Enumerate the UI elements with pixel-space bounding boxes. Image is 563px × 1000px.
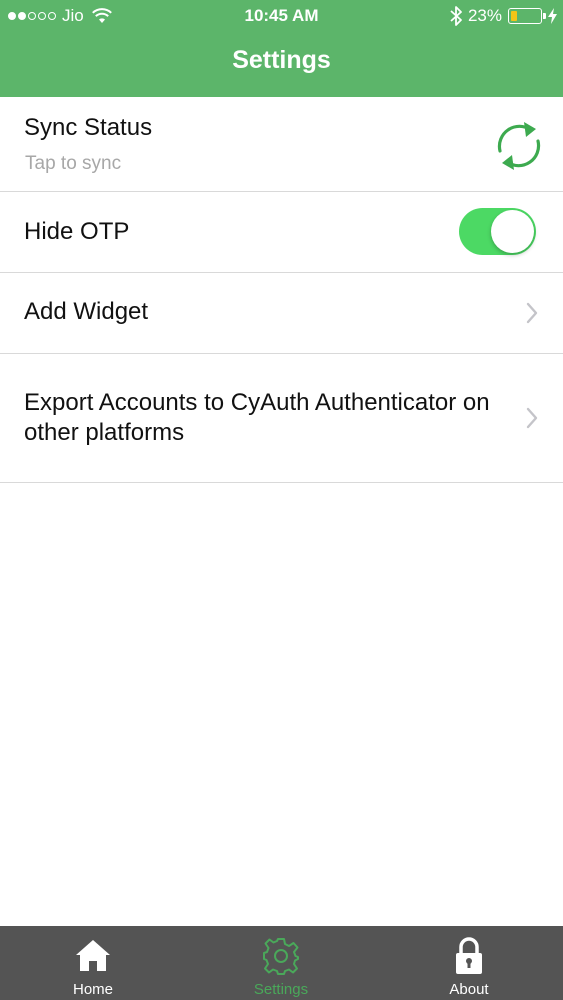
hide-otp-toggle[interactable] (459, 208, 536, 255)
sync-status-row[interactable]: Sync Status Tap to sync (0, 97, 563, 192)
battery-percent: 23% (467, 6, 502, 25)
battery-icon (508, 8, 546, 24)
tab-about[interactable]: About (409, 926, 529, 1000)
bluetooth-icon (450, 6, 462, 26)
status-bar: Jio 10:45 AM 23% (0, 0, 563, 32)
tab-about-label: About (449, 981, 489, 998)
add-widget-row[interactable]: Add Widget (0, 273, 563, 354)
chevron-right-icon (526, 407, 538, 429)
page-title: Settings (232, 46, 331, 74)
export-accounts-row[interactable]: Export Accounts to CyAuth Authenticator … (0, 354, 563, 483)
sync-status-sublabel: Tap to sync (25, 153, 122, 174)
gear-icon (263, 938, 299, 975)
chevron-right-icon (526, 302, 538, 324)
hide-otp-row: Hide OTP (0, 192, 563, 273)
add-widget-label: Add Widget (24, 298, 149, 325)
tab-home-label: Home (72, 981, 113, 998)
toggle-knob (491, 210, 534, 253)
lock-icon (456, 937, 482, 974)
tab-settings-label: Settings (253, 981, 309, 998)
sync-status-label: Sync Status (24, 114, 153, 141)
tab-settings[interactable]: Settings (221, 926, 341, 1000)
sync-icon[interactable] (491, 118, 547, 174)
status-right: 23% (450, 5, 557, 27)
home-icon (76, 940, 110, 971)
hide-otp-label: Hide OTP (24, 218, 130, 245)
tab-bar: Home Settings About (0, 926, 563, 1000)
export-accounts-label: Export Accounts to CyAuth Authenticator … (24, 389, 490, 446)
header-bar: Jio 10:45 AM 23% Settings (0, 0, 563, 97)
tab-home[interactable]: Home (33, 926, 153, 1000)
charging-icon (548, 8, 557, 24)
